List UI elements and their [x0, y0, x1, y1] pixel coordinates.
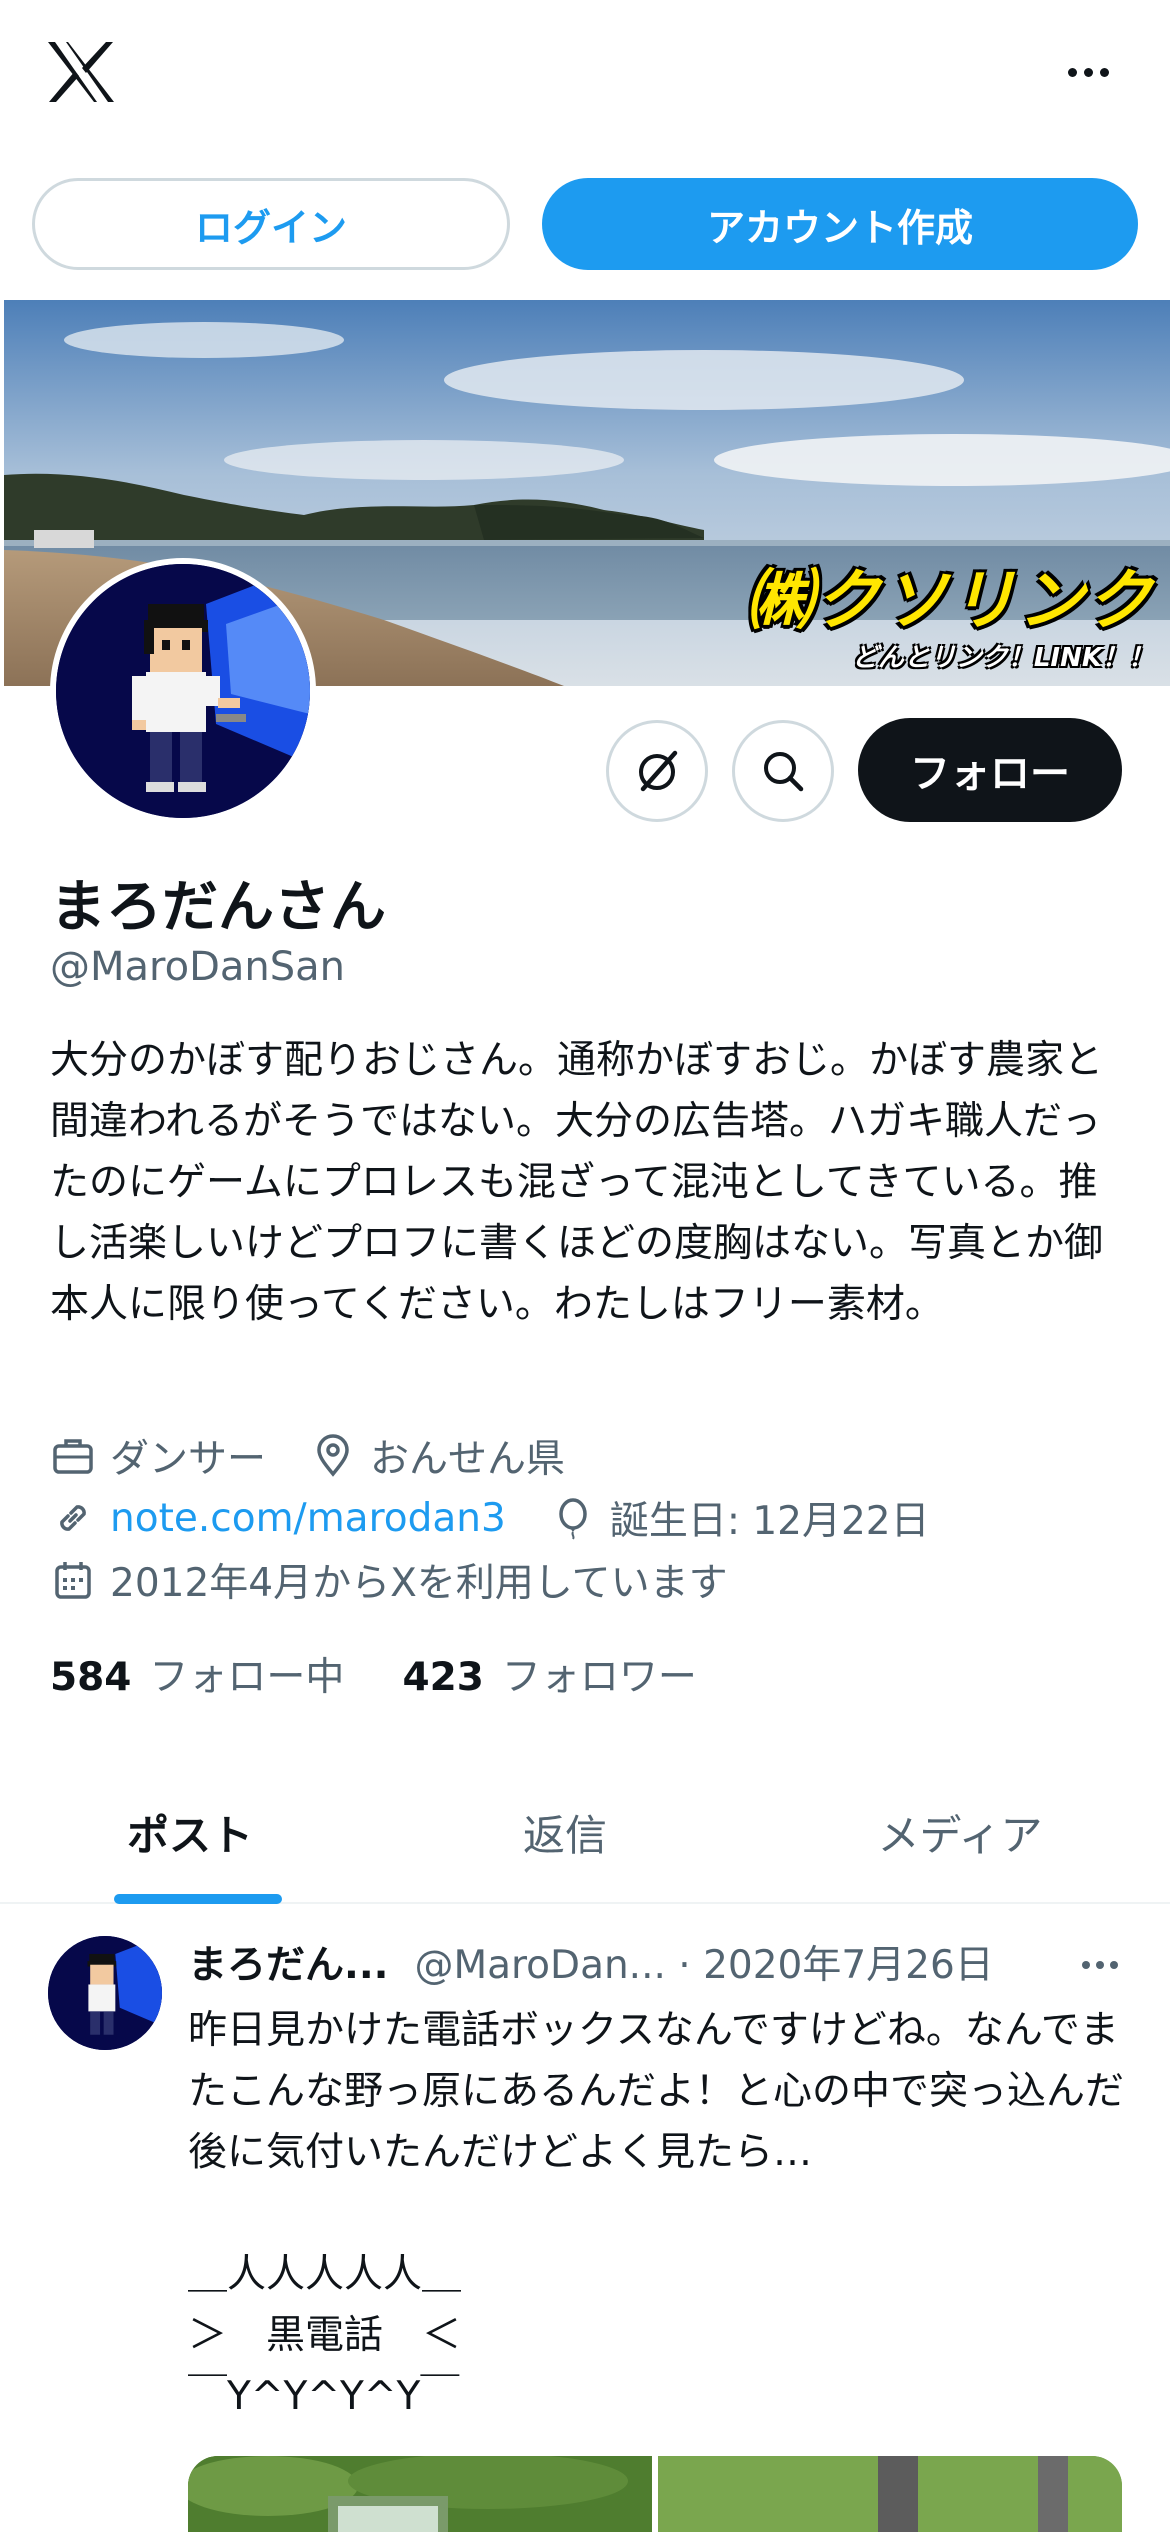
profile-avatar[interactable] — [50, 558, 316, 824]
search-icon — [764, 752, 804, 792]
more-options-icon[interactable] — [1058, 50, 1118, 94]
tab-media[interactable]: メディア — [750, 1760, 1170, 1904]
calendar-icon — [50, 1557, 96, 1603]
follow-counts: 584 フォロー中 423 フォロワー — [50, 1646, 697, 1702]
create-account-button[interactable]: アカウント作成 — [542, 178, 1138, 270]
tab-posts[interactable]: ポスト — [0, 1760, 380, 1904]
post-author-name[interactable]: まろだん... — [188, 1934, 388, 1990]
profile-birthday: 誕生日: 12月22日 — [609, 1499, 930, 1544]
profile-meta-row-2: note.com/marodan3 誕生日: 12月22日 — [50, 1490, 930, 1546]
grok-button[interactable] — [606, 720, 708, 822]
search-button[interactable] — [732, 720, 834, 822]
link-icon — [50, 1495, 96, 1541]
profile-joined-date: 2012年4月からXを利用しています — [110, 1561, 728, 1606]
post-text: 昨日見かけた電話ボックスなんですけどね。なんでまたこんな野っ原にあるんだよ！と心… — [188, 2008, 1125, 2419]
profile-display-name: まろだんさん — [50, 875, 386, 940]
x-logo-icon[interactable] — [46, 40, 116, 104]
post-author-avatar[interactable] — [48, 1936, 162, 2050]
post-image-1[interactable] — [188, 2456, 652, 2532]
following-link[interactable]: 584 フォロー中 — [50, 1646, 344, 1702]
post-header: まろだん... @MaroDan... · 2020年7月26日 — [188, 1934, 994, 1990]
profile-handle: @MaroDanSan — [50, 944, 345, 990]
post-more-icon[interactable] — [1072, 1950, 1128, 1980]
tab-replies[interactable]: 返信 — [380, 1760, 750, 1904]
post-image-2[interactable] — [658, 2456, 1122, 2532]
profile-profession: ダンサー — [110, 1437, 267, 1482]
profile-meta-row-3: 2012年4月からXを利用しています — [50, 1552, 728, 1608]
followers-link[interactable]: 423 フォロワー — [402, 1646, 696, 1702]
profile-location: おんせん県 — [370, 1437, 566, 1482]
location-pin-icon — [310, 1433, 356, 1479]
active-tab-indicator — [114, 1894, 282, 1904]
top-bar — [0, 0, 1170, 150]
profile-meta-row-1: ダンサー おんせん県 — [50, 1428, 565, 1484]
briefcase-icon — [50, 1433, 96, 1479]
profile-bio: 大分のかぼす配りおじさん。通称かぼすおじ。かぼす農家と間違われるがそうではない。… — [50, 1038, 1104, 1327]
follow-button[interactable]: フォロー — [858, 718, 1122, 822]
profile-website-link[interactable]: note.com/marodan3 — [110, 1496, 506, 1541]
grok-icon — [639, 750, 678, 792]
balloon-icon — [550, 1495, 596, 1541]
post-media[interactable] — [188, 2456, 1122, 2532]
login-button[interactable]: ログイン — [32, 178, 510, 270]
banner-logo: ㈱クソリンク どんとリンク！LINK！！ — [746, 562, 1154, 673]
post-meta[interactable]: @MaroDan... · 2020年7月26日 — [414, 1934, 993, 1990]
profile-tabs: ポスト 返信 メディア — [0, 1760, 1170, 1904]
